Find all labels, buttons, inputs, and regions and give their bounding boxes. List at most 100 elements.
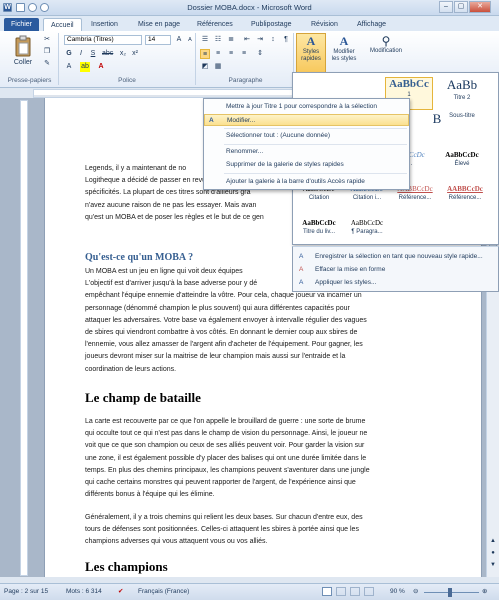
align-right-icon[interactable]: ≡ (226, 49, 236, 59)
bold-button[interactable]: G (64, 49, 74, 59)
battlefield-paragraph[interactable]: La carte est recouverte par ce que l'on … (85, 416, 423, 501)
shrink-font-button[interactable]: A (185, 35, 195, 45)
save-selection-as-style[interactable]: A Enregistrer la sélection en tant que n… (293, 250, 483, 263)
tab-fichier[interactable]: Fichier (4, 18, 40, 31)
page-indicator[interactable]: Page : 2 sur 15 (4, 588, 48, 595)
style-reference-intense[interactable]: AABBCcDc Référence... (441, 185, 489, 218)
tab-affichage[interactable]: Affichage (350, 18, 393, 31)
strikethrough-icon[interactable]: abc (102, 49, 113, 59)
style-titre-du-livre[interactable]: AaBbCcDc Titre du liv... (295, 219, 343, 245)
vertical-ruler[interactable] (20, 100, 28, 576)
menu-remove-from-gallery[interactable]: Supprimer de la galerie de styles rapide… (204, 159, 409, 171)
outline-icon[interactable] (364, 587, 374, 596)
underline-button[interactable]: S (88, 49, 98, 59)
heading-battlefield[interactable]: Le champ de bataille (85, 390, 201, 406)
bullets-icon[interactable]: ☰ (200, 35, 210, 45)
tab-revision[interactable]: Révision (304, 18, 345, 31)
text-line: joueurs devront miser sur la maitrise de… (85, 353, 346, 361)
close-button[interactable]: ✕ (469, 1, 491, 13)
web-layout-icon[interactable] (350, 587, 360, 596)
grow-font-button[interactable]: A (174, 35, 184, 45)
style-sous-titre[interactable]: Sous-titre (438, 111, 486, 144)
clear-formatting[interactable]: A Effacer la mise en forme (293, 263, 385, 276)
menu-update-style[interactable]: Mettre à jour Titre 1 pour correspondre … (204, 101, 409, 113)
align-left-icon[interactable]: ≡ (200, 49, 210, 59)
group-label-paragraph: Paragraphe (228, 77, 263, 84)
font-name-combo[interactable]: Cambria (Titres) (64, 35, 142, 45)
style-paragraphe[interactable]: AaBbCcDc ¶ Paragra... (343, 219, 391, 245)
paste-label: Coller (13, 59, 33, 66)
text-line: tours de défenses sont positionnées. Cel… (85, 526, 359, 534)
shading-icon[interactable]: ◩ (200, 62, 210, 72)
menu-separator (224, 144, 407, 145)
cut-icon[interactable]: ✂ (42, 35, 52, 45)
group-label-clipboard: Presse-papiers (7, 77, 52, 84)
editing-button[interactable]: ⚲ Modification (364, 33, 408, 73)
zoom-level[interactable]: 90 % (390, 588, 405, 595)
browse-object-icon[interactable]: ● (489, 550, 497, 558)
tab-references[interactable]: Références (190, 18, 240, 31)
text-line: temps. En plus des chemins principaux, l… (85, 466, 370, 474)
style-label: Référence... (448, 195, 482, 201)
heading-moba[interactable]: Qu'est-ce qu'un MOBA ? (85, 252, 193, 263)
show-marks-icon[interactable]: ¶ (281, 35, 291, 45)
zoom-in-icon[interactable]: ⊕ (482, 587, 487, 595)
menu-separator (224, 173, 407, 174)
full-screen-icon[interactable] (336, 587, 346, 596)
increase-indent-icon[interactable]: ⇥ (255, 35, 265, 45)
maximize-button[interactable]: ▢ (454, 1, 468, 13)
borders-icon[interactable]: ▦ (213, 62, 223, 72)
numbering-icon[interactable]: ☷ (213, 35, 223, 45)
action-label: Appliquer les styles... (315, 279, 377, 286)
apply-styles-icon: A (299, 279, 304, 286)
style-label: ¶ Paragra... (351, 229, 383, 235)
decrease-indent-icon[interactable]: ⇤ (242, 35, 252, 45)
justify-icon[interactable]: ≡ (239, 49, 249, 59)
print-layout-icon[interactable] (322, 587, 332, 596)
style-label: Sous-titre (449, 113, 475, 119)
next-page-icon[interactable]: ▼ (489, 562, 497, 570)
line-spacing-icon[interactable]: ⇕ (255, 49, 265, 59)
zoom-out-icon[interactable]: ⊖ (413, 587, 418, 595)
action-label: Enregistrer la sélection en tant que nou… (315, 253, 483, 260)
subscript-icon[interactable]: x₂ (118, 49, 128, 59)
copy-icon[interactable]: ❐ (42, 47, 52, 57)
menu-select-all[interactable]: Sélectionner tout : (Aucune donnée) (204, 130, 409, 142)
paste-button[interactable]: Coller (8, 34, 38, 72)
style-eleve[interactable]: AaBbCcDc Élevé (438, 151, 486, 184)
ribbon-tabs: Fichier Accueil Insertion Mise en page R… (0, 16, 499, 31)
minimize-button[interactable]: – (439, 1, 453, 13)
sort-icon[interactable]: ↕ (268, 35, 278, 45)
style-label: Citation (308, 195, 330, 201)
change-styles-icon: A (339, 34, 349, 48)
quick-styles-button[interactable]: A Styles rapides (296, 33, 326, 73)
tab-accueil[interactable]: Accueil (43, 18, 82, 31)
prev-page-icon[interactable]: ▲ (489, 538, 497, 546)
proofing-icon[interactable]: ✔ (118, 587, 123, 595)
multilevel-list-icon[interactable]: ≣ (226, 35, 236, 45)
language-indicator[interactable]: Français (France) (138, 588, 189, 595)
superscript-icon[interactable]: x² (130, 49, 140, 59)
menu-modify[interactable]: A Modifier... (204, 114, 409, 126)
highlight-icon[interactable]: ab (80, 62, 90, 72)
text-line: une zone, il est également possible d'y … (85, 454, 367, 462)
apply-styles[interactable]: A Appliquer les styles... (293, 276, 376, 289)
heading-champions[interactable]: Les champions (85, 559, 168, 575)
text-line: voit que ce que son champion ou ceux de … (85, 442, 365, 450)
change-styles-button[interactable]: A Modifier les styles (328, 33, 360, 73)
font-color-button[interactable]: A (96, 62, 106, 72)
font-size-combo[interactable]: 14 (145, 35, 171, 45)
text-effects-icon[interactable]: A (64, 62, 74, 72)
menu-add-to-qat[interactable]: Ajouter la galerie à la barre d'outils A… (204, 176, 409, 188)
tab-publipostage[interactable]: Publipostage (244, 18, 298, 31)
paths-paragraph[interactable]: Généralement, il y a trois chemins qui r… (85, 512, 423, 549)
format-painter-icon[interactable]: ✎ (42, 59, 52, 69)
menu-rename[interactable]: Renommer... (204, 146, 409, 158)
word-count[interactable]: Mots : 6 314 (66, 588, 102, 595)
tab-insertion[interactable]: Insertion (84, 18, 125, 31)
tab-mise-en-page[interactable]: Mise en page (131, 18, 187, 31)
style-titre-2[interactable]: AaBb Titre 2 (438, 77, 486, 110)
zoom-slider-thumb[interactable] (448, 588, 452, 597)
italic-button[interactable]: I (76, 49, 86, 59)
align-center-icon[interactable]: ≡ (213, 49, 223, 59)
